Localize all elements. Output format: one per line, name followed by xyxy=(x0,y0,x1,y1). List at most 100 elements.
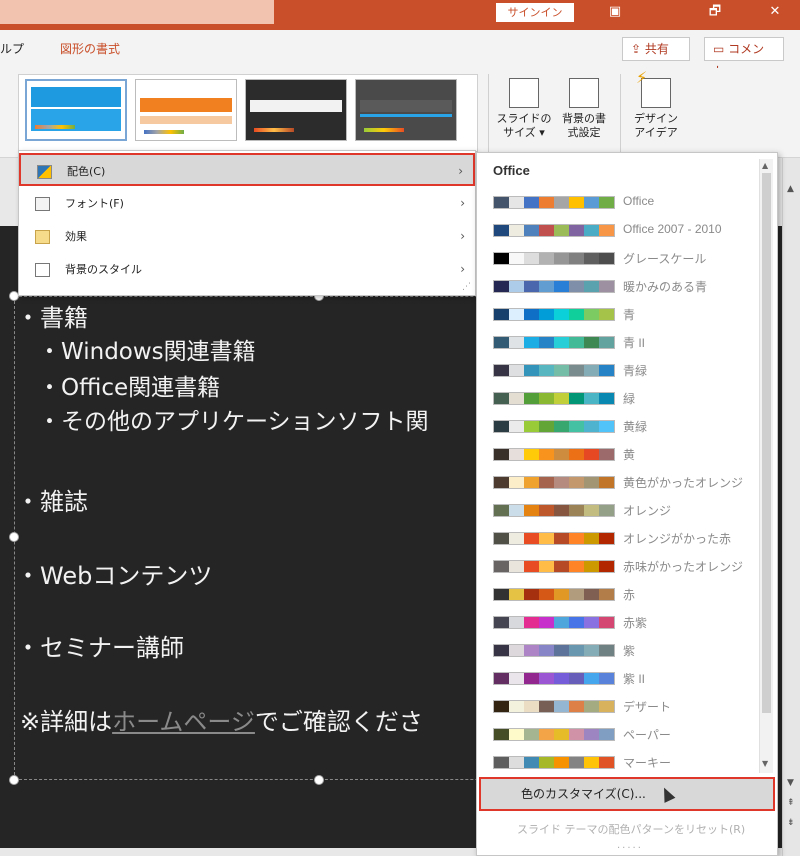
resize-handle[interactable] xyxy=(9,532,19,542)
color-swatch xyxy=(569,533,584,544)
signin-button[interactable]: サインイン xyxy=(496,3,574,22)
color-swatch xyxy=(539,197,554,208)
scroll-down-icon[interactable]: ▼ xyxy=(787,778,794,788)
design-ideas-label: デザイン アイデア xyxy=(634,112,678,139)
color-swatch xyxy=(509,197,524,208)
color-swatch-strip xyxy=(493,336,615,349)
scroll-thumb[interactable] xyxy=(762,173,771,713)
slide-size-label: スライドの サイズ ▾ xyxy=(496,112,552,139)
color-scheme-option[interactable]: オレンジ xyxy=(491,498,753,523)
menu-item-fonts[interactable]: フォント(F) › xyxy=(19,187,475,220)
color-scheme-option[interactable]: 青緑 xyxy=(491,358,753,383)
next-slide-icon[interactable]: ⇟ xyxy=(787,818,795,828)
color-scheme-option[interactable]: 赤 xyxy=(491,582,753,607)
color-swatch xyxy=(584,225,599,236)
color-swatch xyxy=(569,337,584,348)
menu-item-effects[interactable]: 効果 › xyxy=(19,220,475,253)
color-swatch-strip xyxy=(493,476,615,489)
color-swatch xyxy=(539,393,554,404)
tab-help[interactable]: ルプ xyxy=(0,40,24,57)
ribbon-display-options-icon[interactable]: ▣ xyxy=(590,0,640,24)
color-scheme-option[interactable]: 黄 xyxy=(491,442,753,467)
color-scheme-option[interactable]: 紫 II xyxy=(491,666,753,691)
comment-button[interactable]: ▭ コメント xyxy=(704,37,784,78)
color-swatch xyxy=(494,309,509,320)
color-scheme-name: グレースケール xyxy=(623,252,707,266)
resize-grip-icon[interactable]: ····· xyxy=(617,843,643,854)
color-swatch xyxy=(509,225,524,236)
color-scheme-option[interactable]: デザート xyxy=(491,694,753,719)
variant-thumbnail-4[interactable] xyxy=(355,79,457,141)
homepage-link[interactable]: ホームページ xyxy=(112,708,255,736)
color-swatch xyxy=(599,449,614,460)
slide-size-button[interactable]: スライドの サイズ ▾ xyxy=(494,74,554,154)
tab-shape-format[interactable]: 図形の書式 xyxy=(60,40,120,57)
menu-item-label: 効果 xyxy=(65,230,87,243)
color-scheme-option[interactable]: グレースケール xyxy=(491,246,753,271)
color-scheme-option[interactable]: 暖かみのある青 xyxy=(491,274,753,299)
color-scheme-option[interactable]: ペーパー xyxy=(491,722,753,747)
menu-item-colors[interactable]: 配色(C) › xyxy=(19,153,475,186)
variants-gallery xyxy=(18,74,478,152)
color-swatch xyxy=(524,645,539,656)
menu-item-background-styles[interactable]: 背景のスタイル › xyxy=(19,253,475,286)
color-swatch xyxy=(569,449,584,460)
variant-thumbnail-1[interactable] xyxy=(25,79,127,141)
color-scheme-name: 紫 II xyxy=(623,672,646,686)
color-scheme-option[interactable]: 赤味がかったオレンジ xyxy=(491,554,753,579)
color-swatch xyxy=(494,645,509,656)
color-swatch xyxy=(539,365,554,376)
color-swatch xyxy=(539,505,554,516)
submenu-scrollbar[interactable]: ▲ ▼ xyxy=(759,159,773,773)
scroll-up-icon[interactable]: ▲ xyxy=(762,161,768,170)
color-swatch-strip xyxy=(493,560,615,573)
color-swatch xyxy=(494,477,509,488)
variant-thumbnail-3[interactable] xyxy=(245,79,347,141)
color-scheme-option[interactable]: マーキー xyxy=(491,750,753,775)
color-swatch xyxy=(524,617,539,628)
scroll-up-icon[interactable]: ▲ xyxy=(787,184,794,194)
format-background-button[interactable]: 背景の書 式設定 xyxy=(554,74,614,154)
color-swatch xyxy=(599,197,614,208)
resize-handle[interactable] xyxy=(9,775,19,785)
resize-handle[interactable] xyxy=(314,775,324,785)
color-swatch-strip xyxy=(493,728,615,741)
color-swatch xyxy=(494,505,509,516)
color-swatch xyxy=(554,337,569,348)
color-swatch xyxy=(599,645,614,656)
color-swatch xyxy=(509,729,524,740)
color-swatch xyxy=(584,337,599,348)
close-window-icon[interactable]: ✕ xyxy=(750,0,800,24)
color-swatch xyxy=(584,645,599,656)
color-swatch-strip xyxy=(493,616,615,629)
color-scheme-option[interactable]: オレンジがかった赤 xyxy=(491,526,753,551)
design-ideas-button[interactable]: ⚡ デザイン アイデア xyxy=(626,70,686,154)
title-search-box[interactable] xyxy=(0,0,274,24)
color-scheme-option[interactable]: Office xyxy=(491,190,753,215)
resize-grip-icon[interactable]: ⋰ xyxy=(462,282,471,292)
share-button[interactable]: ⇪ 共有 xyxy=(622,37,690,61)
color-scheme-option[interactable]: 青 xyxy=(491,302,753,327)
color-scheme-option[interactable]: 黄色がかったオレンジ xyxy=(491,470,753,495)
previous-slide-icon[interactable]: ⇞ xyxy=(787,798,795,808)
color-scheme-option[interactable]: Office 2007 - 2010 xyxy=(491,218,753,243)
color-swatch xyxy=(554,393,569,404)
color-scheme-option[interactable]: 黄緑 xyxy=(491,414,753,439)
color-swatch xyxy=(554,729,569,740)
customize-colors-button[interactable]: 色のカスタマイズ(C)... xyxy=(479,777,775,811)
variants-dropdown-menu: 配色(C) › フォント(F) › 効果 › 背景のスタイル › ⋰ xyxy=(18,150,476,296)
scroll-down-icon[interactable]: ▼ xyxy=(762,759,768,768)
color-scheme-option[interactable]: 紫 xyxy=(491,638,753,663)
variant-thumbnail-2[interactable] xyxy=(135,79,237,141)
reset-color-scheme-button[interactable]: スライド テーマの配色パターンをリセット(R) xyxy=(517,821,745,837)
color-scheme-option[interactable]: 赤紫 xyxy=(491,610,753,635)
chevron-right-icon: › xyxy=(460,229,465,243)
color-scheme-option[interactable]: 青 II xyxy=(491,330,753,355)
restore-window-icon[interactable]: 🗗 xyxy=(690,0,740,24)
vertical-scrollbar[interactable]: ▲ ▼ ⇞ ⇟ xyxy=(782,158,800,856)
color-swatch-strip xyxy=(493,252,615,265)
color-swatch xyxy=(554,421,569,432)
color-swatch xyxy=(584,505,599,516)
color-scheme-name: マーキー xyxy=(623,756,672,770)
color-scheme-option[interactable]: 緑 xyxy=(491,386,753,411)
